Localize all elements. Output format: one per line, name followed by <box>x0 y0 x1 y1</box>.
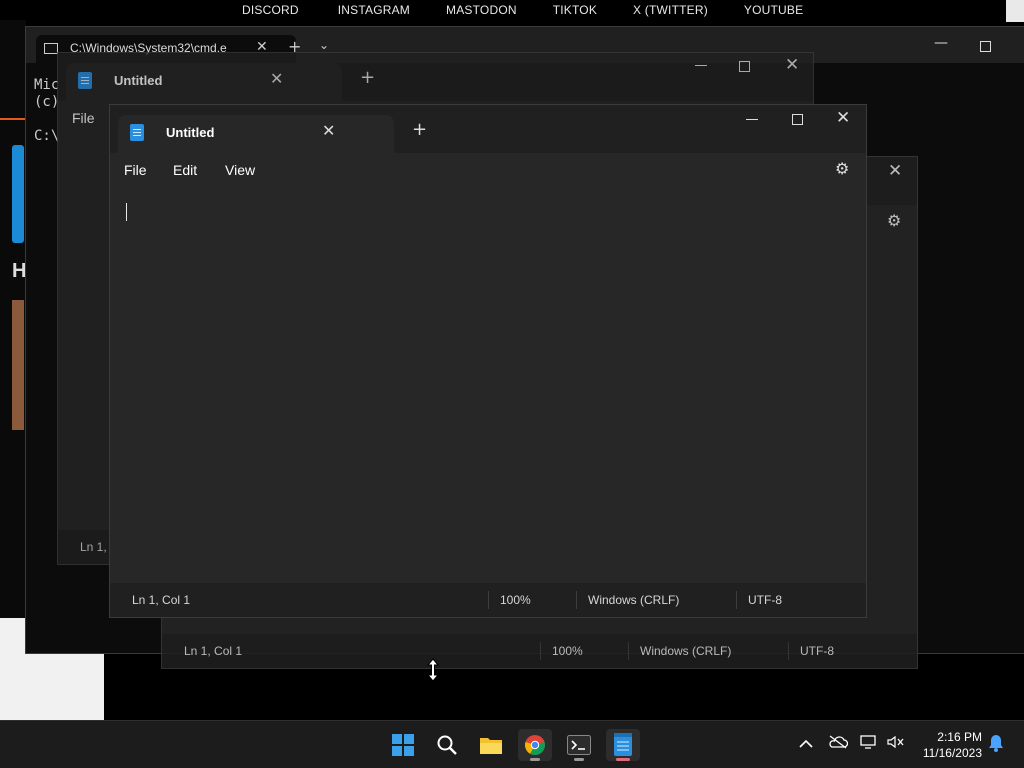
running-indicator <box>530 758 540 761</box>
nav-link-mastodon[interactable]: MASTODON <box>446 3 517 17</box>
minimize-button[interactable]: — <box>934 35 948 51</box>
text-editor-area[interactable] <box>110 187 866 583</box>
file-explorer-icon[interactable] <box>474 729 508 761</box>
nav-link-x-twitter[interactable]: X (TWITTER) <box>633 3 708 17</box>
chevron-down-icon[interactable]: ⌄ <box>319 38 329 52</box>
new-tab-button[interactable]: + <box>412 119 427 140</box>
onedrive-icon[interactable] <box>828 735 849 753</box>
notepad-tabbar[interactable]: Untitled ✕ + ✕ <box>110 105 866 153</box>
close-icon[interactable]: ✕ <box>322 121 335 140</box>
status-position: Ln 1, Col 1 <box>184 644 243 658</box>
status-encoding[interactable]: UTF-8 <box>748 593 782 607</box>
chrome-icon[interactable] <box>518 729 552 761</box>
network-icon[interactable] <box>860 735 878 753</box>
notepad-tabbar[interactable]: Untitled ✕ + ✕ <box>58 53 813 101</box>
notepad-tab[interactable]: Untitled ✕ <box>118 115 394 153</box>
volume-icon[interactable] <box>887 735 905 753</box>
maximize-button[interactable] <box>739 61 750 72</box>
page-scrollbar[interactable] <box>1006 0 1024 22</box>
menu-file[interactable]: File <box>124 162 147 178</box>
status-divider <box>576 591 577 609</box>
taskbar: 2:16 PM 11/16/2023 <box>0 720 1024 768</box>
console-output[interactable]: Mic(c)​C:\ <box>34 77 59 145</box>
close-window-button[interactable]: ✕ <box>785 55 799 75</box>
background-webpage: H <box>0 20 104 720</box>
background-image-brown <box>12 300 24 430</box>
clock-time: 2:16 PM <box>937 730 982 744</box>
menu-edit[interactable]: Edit <box>173 162 197 178</box>
status-divider <box>540 642 541 660</box>
status-zoom[interactable]: 100% <box>552 644 583 658</box>
nav-link-instagram[interactable]: INSTAGRAM <box>338 3 410 17</box>
maximize-button[interactable] <box>980 41 991 52</box>
notepad-window-front[interactable]: Untitled ✕ + ✕ File Edit View ⚙ Ln 1, Co… <box>109 104 867 618</box>
close-window-button[interactable]: ✕ <box>836 108 850 128</box>
notepad-icon <box>78 72 92 89</box>
minimize-button[interactable] <box>695 65 707 66</box>
status-divider <box>736 591 737 609</box>
accent-line <box>0 118 26 120</box>
nav-link-youtube[interactable]: YOUTUBE <box>744 3 803 17</box>
clock-date: 11/16/2023 <box>922 746 982 760</box>
system-clock[interactable]: 2:16 PM 11/16/2023 <box>914 729 982 761</box>
status-line-ending[interactable]: Windows (CRLF) <box>588 593 679 607</box>
status-zoom[interactable]: 100% <box>500 593 531 607</box>
gear-icon[interactable]: ⚙ <box>887 211 901 230</box>
notepad-tab-title: Untitled <box>166 125 215 140</box>
console-line: ​ <box>34 111 59 128</box>
notepad-tab-title: Untitled <box>114 73 163 88</box>
status-divider <box>488 591 489 609</box>
cmd-icon <box>44 43 58 54</box>
maximize-button[interactable] <box>792 114 803 125</box>
notepad-icon <box>130 124 144 141</box>
background-image-blue <box>12 145 24 243</box>
status-position: Ln 1, Col 1 <box>132 593 191 607</box>
console-line: Mic <box>34 77 60 93</box>
close-window-button[interactable]: ✕ <box>888 161 902 181</box>
nav-link-tiktok[interactable]: TIKTOK <box>553 3 597 17</box>
terminal-icon[interactable] <box>562 729 596 761</box>
notepad-icon[interactable] <box>606 729 640 761</box>
social-links: DISCORD INSTAGRAM MASTODON TIKTOK X (TWI… <box>242 3 803 17</box>
notepad-statusbar: Ln 1, Col 1 100% Windows (CRLF) UTF-8 <box>110 583 866 617</box>
close-icon[interactable]: ✕ <box>270 69 283 88</box>
search-icon[interactable] <box>430 729 464 761</box>
text-caret <box>126 203 127 221</box>
resize-cursor-icon <box>427 658 439 682</box>
minimize-button[interactable] <box>746 119 758 120</box>
status-divider <box>788 642 789 660</box>
console-line: (c) <box>34 94 60 110</box>
notepad-tab[interactable]: Untitled ✕ <box>66 63 342 101</box>
status-divider <box>628 642 629 660</box>
chevron-up-icon[interactable] <box>799 735 813 753</box>
status-encoding[interactable]: UTF-8 <box>800 644 834 658</box>
menu-view[interactable]: View <box>225 162 255 178</box>
nav-link-discord[interactable]: DISCORD <box>242 3 299 17</box>
notepad-statusbar: Ln 1, Col 1 100% Windows (CRLF) UTF-8 <box>162 634 917 668</box>
gear-icon[interactable]: ⚙ <box>835 159 849 178</box>
notification-bell-icon[interactable] <box>988 734 1004 756</box>
menu-file[interactable]: File <box>72 110 95 126</box>
active-indicator <box>616 758 630 761</box>
website-top-nav: DISCORD INSTAGRAM MASTODON TIKTOK X (TWI… <box>0 0 1024 22</box>
notepad-menubar: File Edit View ⚙ <box>110 153 866 187</box>
running-indicator <box>574 758 584 761</box>
new-tab-button[interactable]: + <box>360 67 375 88</box>
windows-start-icon[interactable] <box>386 729 420 761</box>
status-line-ending[interactable]: Windows (CRLF) <box>640 644 731 658</box>
console-line: C:\ <box>34 128 60 144</box>
